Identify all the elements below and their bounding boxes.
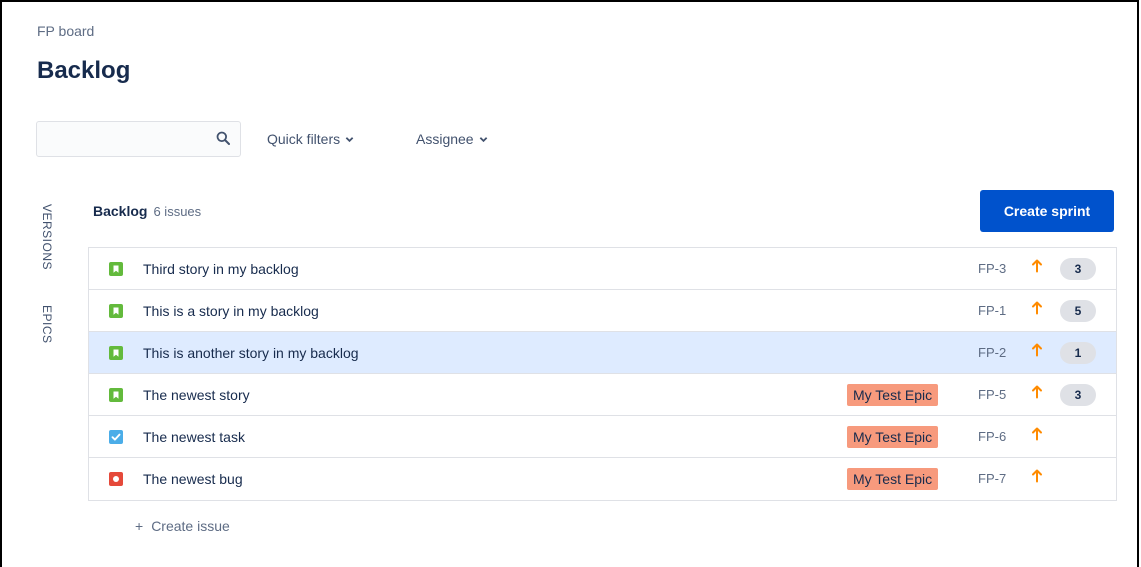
story-icon (109, 388, 123, 402)
issue-row[interactable]: Third story in my backlog FP-3 3 (89, 248, 1116, 290)
priority-high-icon (1032, 301, 1042, 315)
plus-icon: + (135, 518, 144, 534)
issue-key[interactable]: FP-7 (978, 471, 1006, 486)
page-title: Backlog (37, 57, 131, 84)
issue-key[interactable]: FP-6 (978, 429, 1006, 444)
issue-key[interactable]: FP-1 (978, 303, 1006, 318)
backlog-header: Backlog 6 issues (93, 203, 201, 219)
search-box[interactable] (36, 121, 241, 157)
priority-high-icon (1032, 343, 1042, 357)
priority-high-icon (1032, 469, 1042, 483)
issue-row[interactable]: The newest story My Test Epic FP-5 3 (89, 374, 1116, 416)
issue-summary[interactable]: The newest bug (143, 471, 243, 487)
create-issue-link[interactable]: + Create issue (135, 518, 230, 534)
versions-tab[interactable]: VERSIONS (40, 204, 54, 270)
story-points-badge: 5 (1060, 300, 1096, 322)
issue-summary[interactable]: The newest task (143, 429, 245, 445)
assignee-dropdown[interactable]: Assignee (416, 131, 488, 147)
issue-summary[interactable]: The newest story (143, 387, 250, 403)
issue-row[interactable]: This is another story in my backlog FP-2… (89, 332, 1116, 374)
issue-summary[interactable]: Third story in my backlog (143, 261, 299, 277)
story-points-badge: 1 (1060, 342, 1096, 364)
epic-label[interactable]: My Test Epic (847, 384, 939, 406)
issue-key[interactable]: FP-5 (978, 387, 1006, 402)
priority-high-icon (1032, 385, 1042, 399)
chevron-down-icon (345, 136, 354, 142)
story-icon (109, 304, 123, 318)
search-input[interactable] (37, 122, 223, 156)
issue-key[interactable]: FP-3 (978, 261, 1006, 276)
priority-high-icon (1032, 259, 1042, 273)
bug-icon (109, 472, 123, 486)
issue-row[interactable]: The newest bug My Test Epic FP-7 (89, 458, 1116, 500)
search-icon[interactable] (216, 131, 230, 145)
quick-filters-label: Quick filters (267, 131, 341, 147)
create-sprint-button[interactable]: Create sprint (980, 190, 1114, 232)
quick-filters-dropdown[interactable]: Quick filters (267, 131, 354, 147)
issue-summary[interactable]: This is a story in my backlog (143, 303, 319, 319)
story-icon (109, 346, 123, 360)
issue-key[interactable]: FP-2 (978, 345, 1006, 360)
task-icon (109, 430, 123, 444)
breadcrumb[interactable]: FP board (37, 23, 94, 39)
priority-high-icon (1032, 427, 1042, 441)
issue-row[interactable]: The newest task My Test Epic FP-6 (89, 416, 1116, 458)
epic-label[interactable]: My Test Epic (847, 468, 939, 490)
chevron-down-icon (479, 136, 487, 142)
story-points-badge: 3 (1060, 258, 1096, 280)
issue-list: Third story in my backlog FP-3 3 This is… (88, 247, 1117, 501)
create-issue-label: Create issue (151, 518, 230, 534)
epic-label[interactable]: My Test Epic (847, 426, 939, 448)
epics-tab[interactable]: EPICS (40, 305, 54, 344)
backlog-issue-count: 6 issues (153, 204, 202, 219)
story-points-badge: 3 (1060, 384, 1096, 406)
issue-summary[interactable]: This is another story in my backlog (143, 345, 359, 361)
assignee-label: Assignee (416, 131, 474, 147)
issue-row[interactable]: This is a story in my backlog FP-1 5 (89, 290, 1116, 332)
story-icon (109, 262, 123, 276)
backlog-name: Backlog (93, 203, 148, 219)
